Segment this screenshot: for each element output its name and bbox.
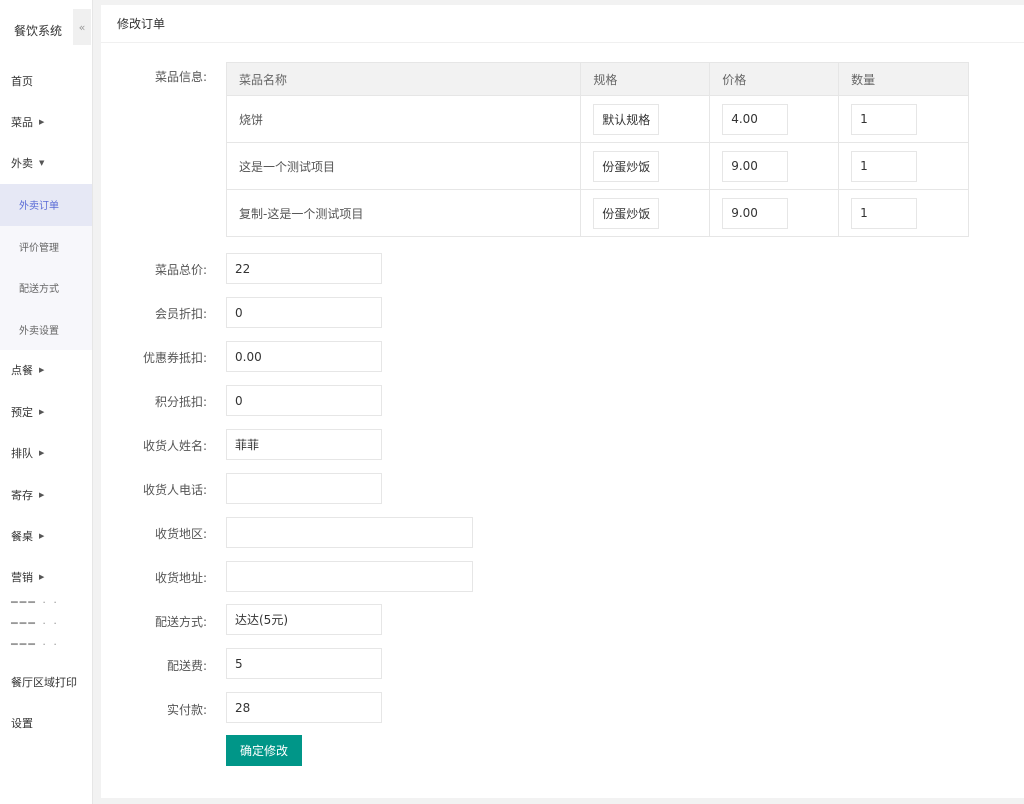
confirm-edit-button[interactable]: 确定修改	[226, 735, 302, 766]
sidebar-item-obscured[interactable]: ━━━ · ·	[0, 640, 92, 661]
member-discount-input[interactable]: 0	[226, 297, 382, 328]
total-price-input[interactable]: 22	[226, 253, 382, 284]
total-price-label: 菜品总价:	[154, 263, 207, 277]
price-input[interactable]: 9.00	[722, 197, 789, 229]
caret-right-icon: ▶	[39, 449, 45, 458]
sidebar-menu: 首页 菜品 ▶ 外卖 ▼ 外卖订单 评价管理 配送方式 外卖设置 点餐 ▶ 预定 ▶ 排…	[0, 60, 92, 744]
collapse-sidebar-button[interactable]: «	[73, 9, 91, 45]
quantity-input[interactable]: 1	[851, 150, 918, 182]
sidebar-item-area-print[interactable]: 餐厅区域打印	[0, 661, 92, 702]
sidebar-item-queue[interactable]: 排队 ▶	[0, 433, 92, 474]
sidebar-item-label: 寄存	[11, 488, 33, 502]
brand: 餐饮系统 «	[0, 0, 92, 60]
caret-right-icon: ▶	[39, 573, 45, 582]
sidebar-item-takeout[interactable]: 外卖 ▼	[0, 143, 92, 184]
page-title: 修改订单	[101, 5, 1024, 43]
delivery-method-label: 配送方式:	[154, 615, 207, 629]
caret-right-icon: ▶	[39, 531, 45, 540]
sidebar-item-obscured[interactable]: ━━━ · ·	[0, 598, 92, 619]
price-input[interactable]: 9.00	[722, 150, 789, 182]
dish-name: 烧饼	[225, 95, 582, 143]
receiver-phone-label: 收货人电话:	[142, 483, 207, 497]
points-label: 积分抵扣:	[154, 395, 207, 409]
sidebar: 餐饮系统 « 首页 菜品 ▶ 外卖 ▼ 外卖订单 评价管理 配送方式 外卖设置 点餐…	[0, 0, 93, 804]
sidebar-item-obscured[interactable]: ━━━ · ·	[0, 619, 92, 640]
spec-select[interactable]: 份蛋炒饭	[593, 197, 660, 229]
receiver-phone-input[interactable]	[226, 473, 382, 504]
member-discount-label: 会员折扣:	[154, 307, 207, 321]
delivery-fee-label: 配送费:	[166, 659, 207, 673]
sidebar-item-label: 首页	[11, 74, 33, 88]
edit-order-panel: 修改订单 菜品信息: 菜品名称 规格 价格 数量 烧饼 默认规格 4.00 1 …	[101, 5, 1024, 798]
caret-right-icon: ▶	[39, 490, 45, 499]
quantity-input[interactable]: 1	[851, 103, 918, 135]
caret-right-icon: ▶	[39, 366, 45, 375]
caret-right-icon: ▶	[39, 118, 45, 127]
coupon-input[interactable]: 0.00	[226, 341, 382, 372]
sidebar-item-reservation[interactable]: 预定 ▶	[0, 391, 92, 432]
dish-table: 菜品名称 规格 价格 数量 烧饼 默认规格 4.00 1 这是一个测试项目 份蛋…	[225, 62, 969, 237]
delivery-fee-input[interactable]: 5	[226, 648, 382, 679]
sidebar-item-settings[interactable]: 设置	[0, 702, 92, 743]
sidebar-item-ordering[interactable]: 点餐 ▶	[0, 350, 92, 391]
quantity-input[interactable]: 1	[851, 197, 918, 229]
table-row: 复制-这是一个测试项目 份蛋炒饭 9.00 1	[225, 189, 969, 237]
paid-amount-input[interactable]: 28	[226, 692, 382, 723]
sidebar-item-takeout-settings[interactable]: 外卖设置	[0, 308, 92, 349]
sidebar-item-takeout-orders[interactable]: 外卖订单	[0, 184, 92, 226]
sidebar-item-label: 点餐	[11, 364, 33, 378]
points-input[interactable]: 0	[226, 385, 382, 416]
caret-right-icon: ▶	[39, 407, 45, 416]
column-header-spec: 规格	[580, 62, 711, 96]
price-input[interactable]: 4.00	[722, 103, 789, 135]
obscured-label: ━━━ · ·	[11, 640, 59, 652]
spec-select[interactable]: 份蛋炒饭	[593, 150, 660, 182]
sidebar-item-label: 排队	[11, 447, 33, 461]
table-header-row: 菜品名称 规格 价格 数量	[225, 62, 969, 96]
app-title: 餐饮系统	[14, 24, 63, 38]
address-label: 收货地址:	[154, 571, 207, 585]
sidebar-item-marketing[interactable]: 营销 ▶	[0, 557, 92, 598]
paid-amount-label: 实付款:	[166, 703, 207, 717]
sidebar-item-label: 设置	[11, 717, 33, 731]
region-input[interactable]	[226, 517, 473, 548]
address-input[interactable]	[226, 561, 473, 592]
dish-info-label: 菜品信息:	[154, 70, 207, 84]
sidebar-item-tables[interactable]: 餐桌 ▶	[0, 515, 92, 556]
sidebar-item-label: 外卖	[11, 157, 33, 171]
obscured-label: ━━━ · ·	[11, 619, 59, 631]
table-row: 烧饼 默认规格 4.00 1	[225, 95, 969, 143]
dish-name: 复制-这是一个测试项目	[225, 189, 582, 237]
column-header-name: 菜品名称	[225, 62, 582, 96]
sidebar-item-label: 预定	[11, 405, 33, 419]
sidebar-item-label: 餐厅区域打印	[11, 675, 77, 689]
receiver-name-input[interactable]: 菲菲	[226, 429, 382, 460]
sidebar-item-dishes[interactable]: 菜品 ▶	[0, 101, 92, 142]
dish-name: 这是一个测试项目	[225, 142, 582, 190]
sidebar-item-label: 营销	[11, 571, 33, 585]
spec-select[interactable]: 默认规格	[593, 103, 660, 135]
region-label: 收货地区:	[154, 527, 207, 541]
sidebar-item-label: 菜品	[11, 116, 33, 130]
column-header-qty: 数量	[838, 62, 969, 96]
sidebar-item-home[interactable]: 首页	[0, 60, 92, 101]
sidebar-item-delivery-methods[interactable]: 配送方式	[0, 267, 92, 308]
sidebar-item-reviews[interactable]: 评价管理	[0, 226, 92, 267]
obscured-label: ━━━ · ·	[11, 598, 59, 610]
column-header-price: 价格	[709, 62, 840, 96]
takeout-submenu: 外卖订单 评价管理 配送方式 外卖设置	[0, 184, 92, 350]
caret-down-icon: ▼	[39, 159, 45, 168]
receiver-name-label: 收货人姓名:	[142, 439, 207, 453]
sidebar-item-label: 餐桌	[11, 529, 33, 543]
coupon-label: 优惠券抵扣:	[142, 351, 207, 365]
table-row: 这是一个测试项目 份蛋炒饭 9.00 1	[225, 142, 969, 190]
sidebar-item-storage[interactable]: 寄存 ▶	[0, 474, 92, 515]
delivery-method-select[interactable]: 达达(5元)	[226, 604, 382, 635]
